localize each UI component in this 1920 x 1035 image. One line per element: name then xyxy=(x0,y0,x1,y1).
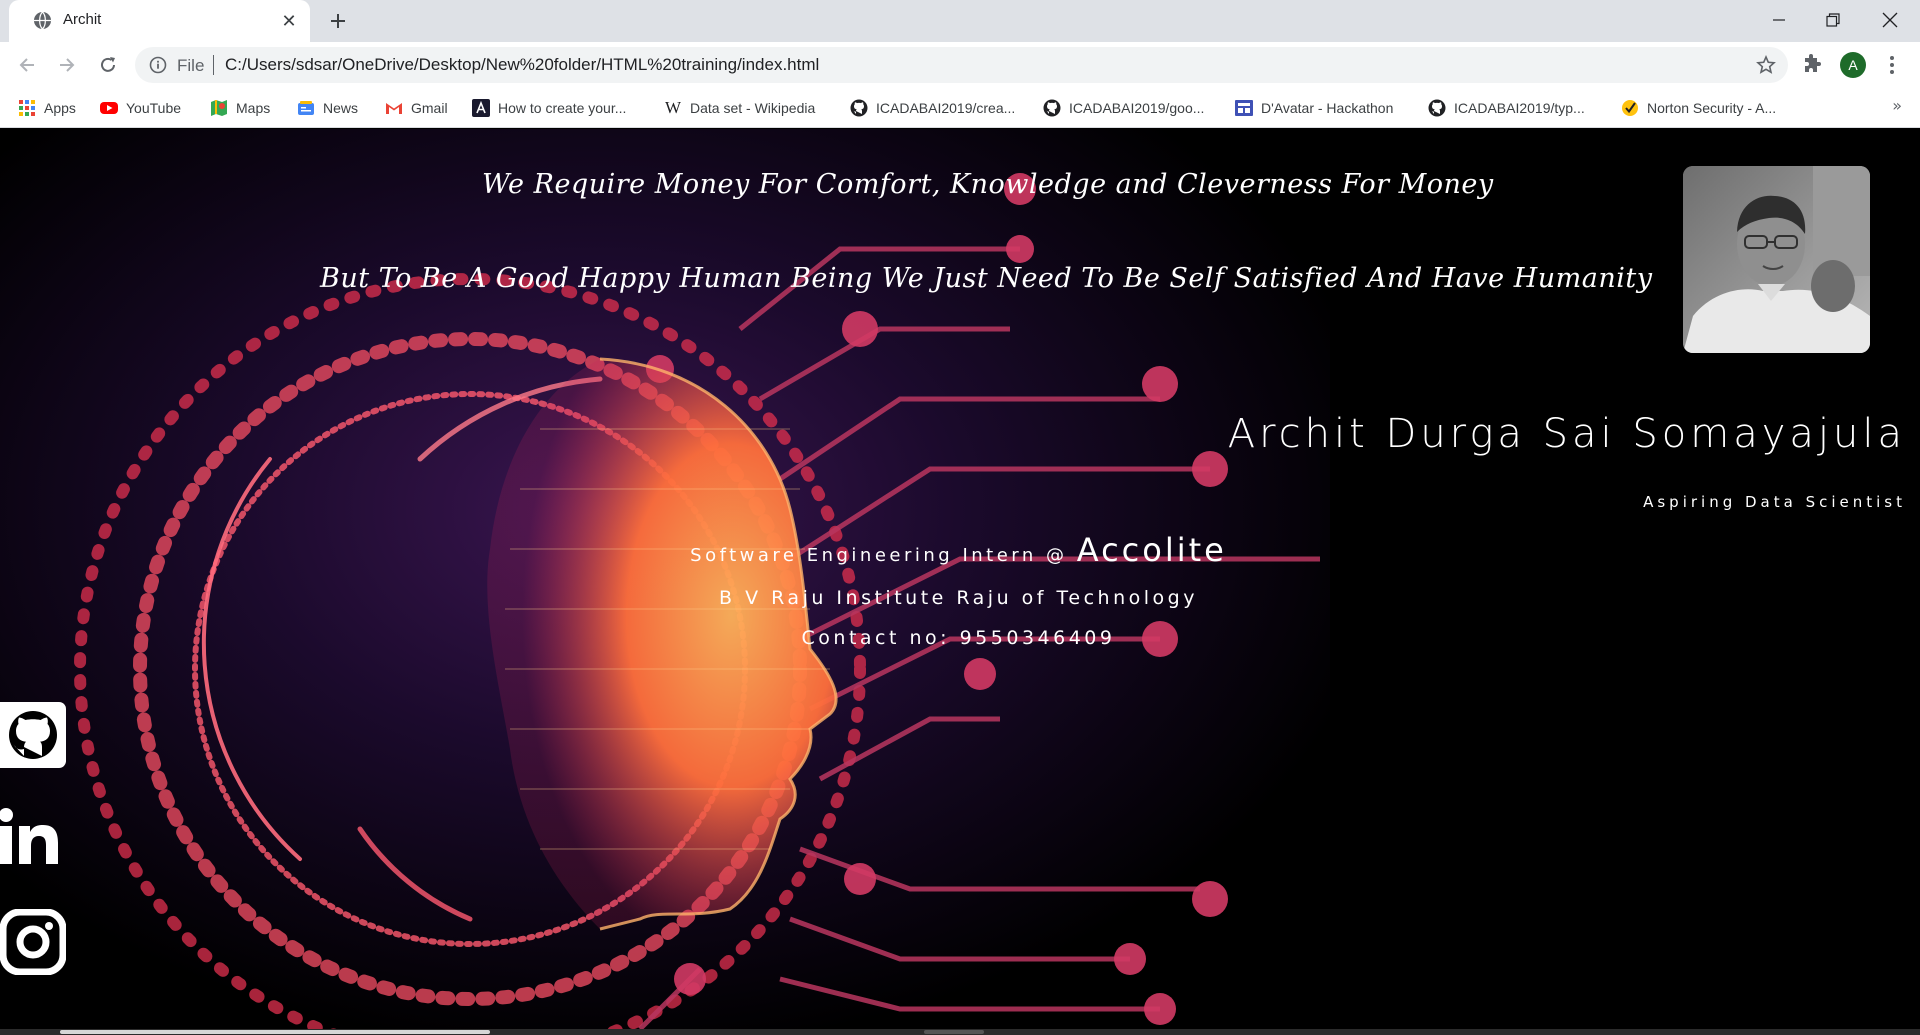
github-icon xyxy=(1428,99,1446,117)
bookmark-label: Gmail xyxy=(411,100,448,116)
bookmark-label: YouTube xyxy=(126,100,182,116)
profile-avatar[interactable]: A xyxy=(1840,52,1866,78)
window-restore-button[interactable] xyxy=(1806,0,1860,40)
job-title: Software Engineering Intern @ xyxy=(690,545,1077,566)
github-icon xyxy=(850,99,868,117)
arrow-right-icon xyxy=(60,58,75,72)
bookmark-icadabai-crea[interactable]: ICADABAI2019/crea... xyxy=(850,95,1015,121)
person-photo-image xyxy=(1683,166,1870,353)
minimize-icon xyxy=(1773,19,1785,21)
college-name: B V Raju Institute Raju of Technology xyxy=(719,587,1198,609)
new-tab-button[interactable] xyxy=(325,8,351,34)
portfolio-page: We Require Money For Comfort, Knowledge … xyxy=(0,129,1920,1035)
tab-archit[interactable]: Archit ✕ xyxy=(9,0,310,42)
instagram-link[interactable] xyxy=(0,908,67,976)
bookmark-label: Apps xyxy=(44,100,76,116)
a-logo-icon xyxy=(472,99,490,117)
job-line: Software Engineering Intern @ Accolite xyxy=(0,531,1917,569)
bookmark-label: News xyxy=(323,100,359,116)
window-minimize-button[interactable] xyxy=(1752,0,1806,40)
bookmark-how-to-create[interactable]: How to create your... xyxy=(472,95,626,121)
more-vert-icon[interactable] xyxy=(1880,53,1904,77)
omnibox-divider xyxy=(213,55,214,75)
restore-icon xyxy=(1826,13,1840,27)
bookmarks-overflow-button[interactable]: » xyxy=(1892,96,1902,115)
bookmark-label: Data set - Wikipedia xyxy=(690,100,816,116)
reload-icon xyxy=(101,57,115,72)
arrow-left-icon xyxy=(19,58,34,72)
bookmark-gmail[interactable]: Gmail xyxy=(385,95,448,121)
gmail-icon xyxy=(386,103,402,114)
person-name: Archit Durga Sai Somayajula xyxy=(1227,411,1906,457)
address-bar[interactable]: File C:/Users/sdsar/OneDrive/Desktop/New… xyxy=(135,47,1788,83)
extensions-puzzle-icon[interactable] xyxy=(1800,53,1824,77)
bookmark-news[interactable]: News xyxy=(297,95,358,121)
apps-grid-icon xyxy=(19,100,35,116)
profile-photo xyxy=(1683,166,1870,353)
company-name: Accolite xyxy=(1076,531,1227,569)
tab-close-icon[interactable]: ✕ xyxy=(278,10,300,32)
bookmark-label: ICADABAI2019/crea... xyxy=(876,100,1016,116)
github-link[interactable] xyxy=(0,702,66,768)
bookmark-label: Norton Security - A... xyxy=(1647,100,1777,116)
bookmark-wikipedia[interactable]: W Data set - Wikipedia xyxy=(664,95,815,121)
url-text[interactable]: C:/Users/sdsar/OneDrive/Desktop/New%20fo… xyxy=(225,55,819,75)
bookmark-icadabai-goo[interactable]: ICADABAI2019/goo... xyxy=(1043,95,1204,121)
bookmark-label: D'Avatar - Hackathon xyxy=(1261,100,1394,116)
contact-number: Contact no: 9550346409 xyxy=(801,627,1116,649)
wikipedia-icon: W xyxy=(664,98,682,117)
back-button[interactable] xyxy=(12,50,42,80)
bookmark-maps[interactable]: Maps xyxy=(210,95,270,121)
bookmark-norton[interactable]: Norton Security - A... xyxy=(1621,95,1776,121)
bookmark-label: ICADABAI2019/typ... xyxy=(1454,100,1585,116)
instagram-icon xyxy=(0,908,67,976)
news-icon xyxy=(298,101,314,115)
scrollbar-thumb-secondary xyxy=(924,1030,984,1034)
bookmark-apps[interactable]: Apps xyxy=(18,95,76,121)
linkedin-icon xyxy=(0,808,58,864)
bookmark-label: ICADABAI2019/goo... xyxy=(1069,100,1205,116)
url-scheme-label: File xyxy=(177,56,205,75)
info-icon[interactable] xyxy=(149,56,167,74)
bookmark-icadabai-typ[interactable]: ICADABAI2019/typ... xyxy=(1428,95,1585,121)
devpost-icon xyxy=(1235,100,1253,116)
tab-title: Archit xyxy=(63,11,102,28)
horizontal-scrollbar[interactable] xyxy=(0,1029,1920,1035)
quote-line-2: But To Be A Good Happy Human Being We Ju… xyxy=(320,263,1653,294)
norton-icon xyxy=(1622,100,1638,116)
bookmark-label: How to create your... xyxy=(498,100,627,116)
reload-button[interactable] xyxy=(93,50,123,80)
github-icon xyxy=(1043,99,1061,117)
close-icon xyxy=(1882,12,1898,28)
bookmarks-bar: Apps YouTube Maps News Gmail How to crea… xyxy=(0,88,1920,128)
browser-toolbar: File C:/Users/sdsar/OneDrive/Desktop/New… xyxy=(0,42,1920,88)
youtube-icon xyxy=(100,102,118,114)
person-tagline: Aspiring Data Scientist xyxy=(1643,493,1906,511)
scrollbar-thumb[interactable] xyxy=(60,1030,490,1034)
bookmark-youtube[interactable]: YouTube xyxy=(100,95,181,121)
maps-icon xyxy=(211,100,227,116)
bookmark-label: Maps xyxy=(236,100,271,116)
bookmark-star-icon[interactable] xyxy=(1756,55,1776,75)
tab-strip: Archit ✕ xyxy=(0,0,1920,42)
quote-line-1: We Require Money For Comfort, Knowledge … xyxy=(482,169,1494,200)
plus-icon xyxy=(331,14,345,28)
forward-button[interactable] xyxy=(52,50,82,80)
globe-icon xyxy=(33,11,52,30)
linkedin-link[interactable] xyxy=(0,805,66,871)
window-close-button[interactable] xyxy=(1863,0,1917,40)
github-icon xyxy=(9,711,57,759)
bookmark-davatar[interactable]: D'Avatar - Hackathon xyxy=(1235,95,1393,121)
